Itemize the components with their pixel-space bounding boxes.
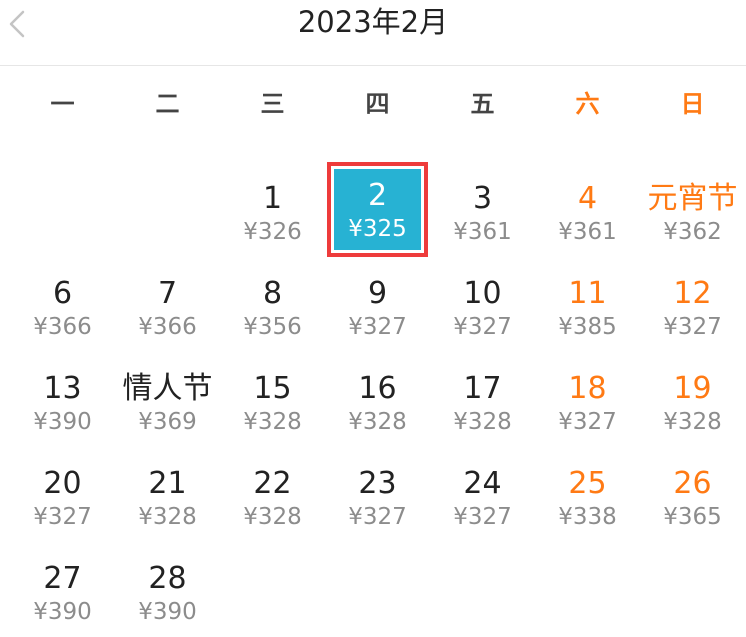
month-title: 2023年2月 — [297, 5, 449, 39]
day-price: ¥369 — [138, 409, 197, 435]
day-number: 8 — [262, 276, 283, 311]
day-number: 15 — [253, 371, 292, 406]
day-price: ¥327 — [348, 314, 407, 340]
day-number: 23 — [358, 466, 397, 501]
day-price: ¥326 — [243, 219, 302, 245]
day-cell-27[interactable]: 27 ¥390 — [10, 542, 115, 637]
day-cell-1[interactable]: 1 ¥326 — [220, 162, 325, 257]
day-number: 18 — [568, 371, 607, 406]
day-price: ¥328 — [453, 409, 512, 435]
day-price: ¥327 — [558, 409, 617, 435]
day-price: ¥390 — [33, 599, 92, 625]
day-price: ¥390 — [33, 409, 92, 435]
day-price: ¥366 — [33, 314, 92, 340]
day-number: 6 — [52, 276, 73, 311]
day-price: ¥328 — [663, 409, 722, 435]
weekday-mon: 一 — [50, 90, 75, 118]
day-number: 11 — [568, 276, 607, 311]
day-cell-25[interactable]: 25 ¥338 — [535, 447, 640, 542]
day-cell-5[interactable]: 元宵节 ¥362 — [640, 162, 745, 257]
day-price: ¥327 — [663, 314, 722, 340]
day-price: ¥328 — [138, 504, 197, 530]
day-number: 1 — [262, 181, 283, 216]
weekday-header-row: 一 二 三 四 五 六 日 — [10, 86, 745, 122]
day-cell-23[interactable]: 23 ¥327 — [325, 447, 430, 542]
day-cell-11[interactable]: 11 ¥385 — [535, 257, 640, 352]
day-price: ¥327 — [33, 504, 92, 530]
weekday-tue: 二 — [155, 90, 180, 118]
day-price: ¥328 — [348, 409, 407, 435]
calendar-grid: 1 ¥326 2 ¥325 3 ¥361 4 ¥361 元宵节 ¥362 6 ¥… — [10, 162, 745, 637]
day-cell-22[interactable]: 22 ¥328 — [220, 447, 325, 542]
day-cell-7[interactable]: 7 ¥366 — [115, 257, 220, 352]
day-number: 27 — [43, 561, 82, 596]
weekday-sun: 日 — [680, 90, 705, 118]
day-cell-19[interactable]: 19 ¥328 — [640, 352, 745, 447]
empty-cell — [115, 162, 220, 257]
day-price: ¥325 — [348, 216, 407, 242]
day-holiday-label: 元宵节 — [647, 181, 738, 216]
day-cell-15[interactable]: 15 ¥328 — [220, 352, 325, 447]
day-number: 2 — [367, 178, 388, 213]
day-holiday-label: 情人节 — [122, 371, 213, 406]
day-cell-14[interactable]: 情人节 ¥369 — [115, 352, 220, 447]
day-number: 7 — [157, 276, 178, 311]
day-number: 17 — [463, 371, 502, 406]
day-number: 9 — [367, 276, 388, 311]
day-number: 4 — [577, 181, 598, 216]
day-price: ¥327 — [348, 504, 407, 530]
day-price: ¥390 — [138, 599, 197, 625]
day-number: 25 — [568, 466, 607, 501]
day-price: ¥327 — [453, 504, 512, 530]
day-cell-10[interactable]: 10 ¥327 — [430, 257, 535, 352]
day-number: 3 — [472, 181, 493, 216]
day-number: 24 — [463, 466, 502, 501]
day-cell-16[interactable]: 16 ¥328 — [325, 352, 430, 447]
calendar-header: 2023年2月 — [0, 0, 746, 66]
day-price: ¥385 — [558, 314, 617, 340]
day-price: ¥328 — [243, 409, 302, 435]
day-price: ¥365 — [663, 504, 722, 530]
day-number: 28 — [148, 561, 187, 596]
day-number: 12 — [673, 276, 712, 311]
weekday-wed: 三 — [260, 90, 285, 118]
empty-cell — [10, 162, 115, 257]
day-cell-26[interactable]: 26 ¥365 — [640, 447, 745, 542]
day-cell-4[interactable]: 4 ¥361 — [535, 162, 640, 257]
day-cell-13[interactable]: 13 ¥390 — [10, 352, 115, 447]
weekday-thu: 四 — [365, 90, 390, 118]
day-cell-2-selected[interactable]: 2 ¥325 — [327, 162, 428, 257]
day-number: 13 — [43, 371, 82, 406]
day-number: 20 — [43, 466, 82, 501]
day-number: 26 — [673, 466, 712, 501]
day-number: 19 — [673, 371, 712, 406]
day-cell-8[interactable]: 8 ¥356 — [220, 257, 325, 352]
day-number: 21 — [148, 466, 187, 501]
day-price: ¥361 — [558, 219, 617, 245]
day-number: 16 — [358, 371, 397, 406]
day-cell-3[interactable]: 3 ¥361 — [430, 162, 535, 257]
day-cell-17[interactable]: 17 ¥328 — [430, 352, 535, 447]
day-cell-9[interactable]: 9 ¥327 — [325, 257, 430, 352]
day-price: ¥338 — [558, 504, 617, 530]
weekday-fri: 五 — [470, 90, 495, 118]
day-price: ¥366 — [138, 314, 197, 340]
day-cell-12[interactable]: 12 ¥327 — [640, 257, 745, 352]
day-cell-28[interactable]: 28 ¥390 — [115, 542, 220, 637]
day-price: ¥362 — [663, 219, 722, 245]
day-price: ¥356 — [243, 314, 302, 340]
day-price: ¥327 — [453, 314, 512, 340]
weekday-sat: 六 — [575, 90, 600, 118]
day-cell-18[interactable]: 18 ¥327 — [535, 352, 640, 447]
day-cell-21[interactable]: 21 ¥328 — [115, 447, 220, 542]
day-cell-24[interactable]: 24 ¥327 — [430, 447, 535, 542]
day-number: 10 — [463, 276, 502, 311]
day-price: ¥328 — [243, 504, 302, 530]
day-cell-6[interactable]: 6 ¥366 — [10, 257, 115, 352]
day-price: ¥361 — [453, 219, 512, 245]
day-number: 22 — [253, 466, 292, 501]
day-cell-20[interactable]: 20 ¥327 — [10, 447, 115, 542]
